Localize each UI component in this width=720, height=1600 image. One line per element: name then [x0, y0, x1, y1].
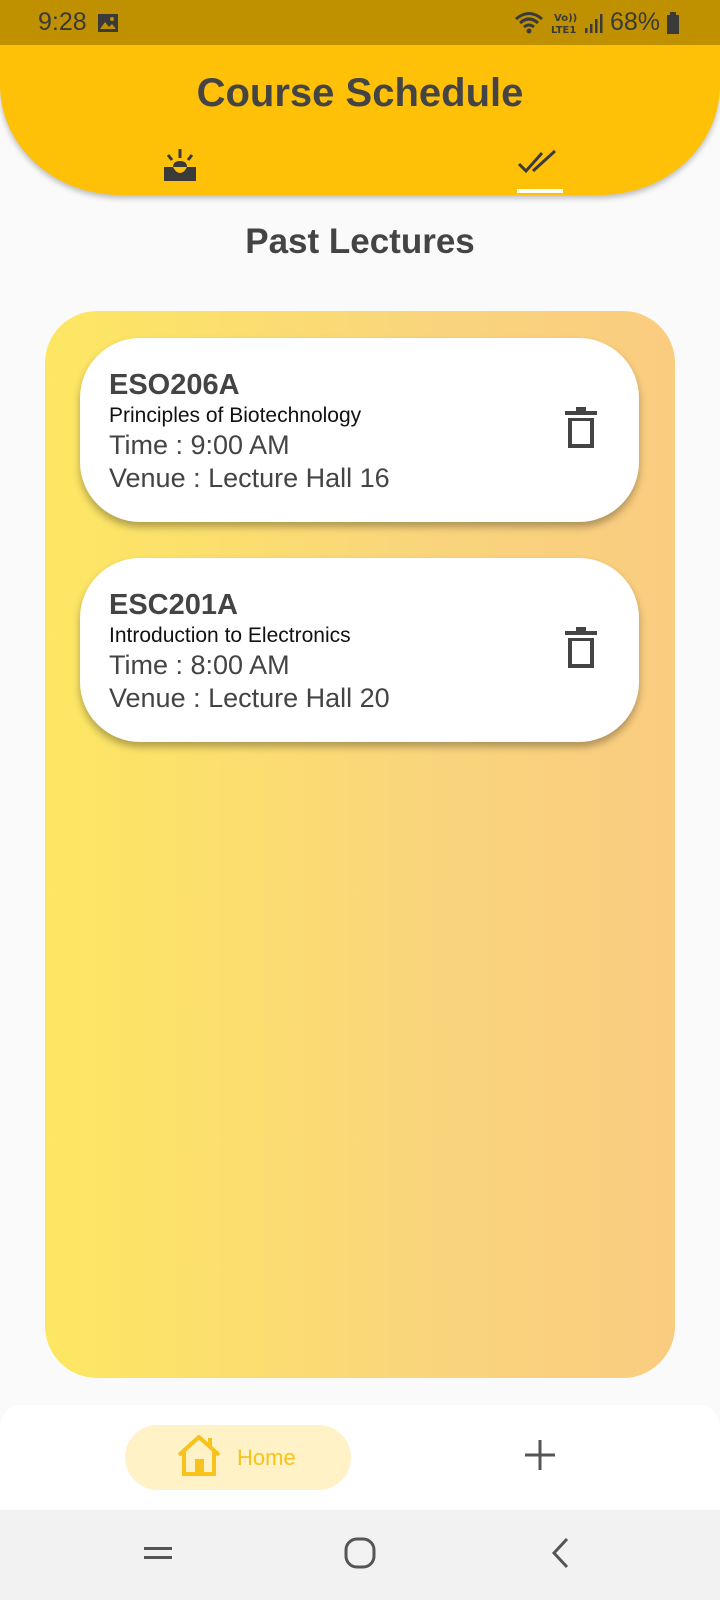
back-button[interactable]	[540, 1535, 580, 1575]
course-time: Time : 9:00 AM	[109, 430, 290, 460]
signal-icon	[584, 12, 604, 34]
battery-icon	[666, 11, 680, 35]
status-bar: 9:28 Vo)) LTE1 68%	[0, 0, 720, 45]
section-title: Past Lectures	[245, 222, 475, 261]
home-circle-icon	[343, 1536, 377, 1575]
course-time: Time : 8:00 AM	[109, 650, 290, 680]
svg-text:LTE1: LTE1	[551, 25, 576, 36]
wifi-icon	[514, 11, 544, 35]
delete-button[interactable]	[561, 406, 601, 454]
alarm-light-icon	[160, 147, 200, 188]
course-code: ESO206A	[109, 369, 240, 401]
house-icon	[175, 1433, 223, 1483]
delete-button[interactable]	[561, 626, 601, 674]
status-time: 9:28	[38, 8, 87, 36]
status-left: 9:28	[38, 8, 119, 37]
lecture-card[interactable]: ESO206A Principles of Biotechnology Time…	[80, 338, 639, 522]
tab-past[interactable]	[510, 147, 570, 195]
course-code: ESC201A	[109, 589, 238, 621]
trash-icon	[565, 406, 597, 454]
lecture-card[interactable]: ESC201A Introduction to Electronics Time…	[80, 558, 639, 742]
nav-home-button[interactable]: Home	[125, 1425, 351, 1490]
tab-selected-indicator	[517, 189, 563, 193]
status-right: Vo)) LTE1 68%	[514, 8, 680, 37]
tab-upcoming[interactable]	[150, 147, 210, 195]
lectures-panel: ESO206A Principles of Biotechnology Time…	[45, 311, 675, 1378]
double-check-icon	[517, 147, 563, 182]
bottom-nav: Home	[0, 1405, 720, 1510]
recents-button[interactable]	[138, 1535, 178, 1575]
nav-home-label: Home	[237, 1444, 296, 1470]
add-button[interactable]	[520, 1435, 560, 1479]
system-nav-bar	[0, 1510, 720, 1600]
volte-icon: Vo)) LTE1	[550, 10, 578, 36]
app-title: Course Schedule	[196, 71, 524, 115]
home-system-button[interactable]	[340, 1535, 380, 1575]
back-chevron-icon	[549, 1536, 571, 1575]
svg-text:Vo)): Vo))	[554, 13, 577, 24]
course-venue: Venue : Lecture Hall 20	[109, 683, 390, 713]
course-name: Principles of Biotechnology	[109, 404, 362, 427]
gallery-icon	[97, 13, 119, 33]
battery-percent: 68%	[609, 8, 660, 36]
course-venue: Venue : Lecture Hall 16	[109, 463, 390, 493]
app-header: Course Schedule	[0, 45, 720, 195]
recents-icon	[142, 1543, 174, 1568]
plus-icon	[524, 1439, 556, 1476]
course-name: Introduction to Electronics	[109, 624, 351, 647]
trash-icon	[565, 626, 597, 674]
